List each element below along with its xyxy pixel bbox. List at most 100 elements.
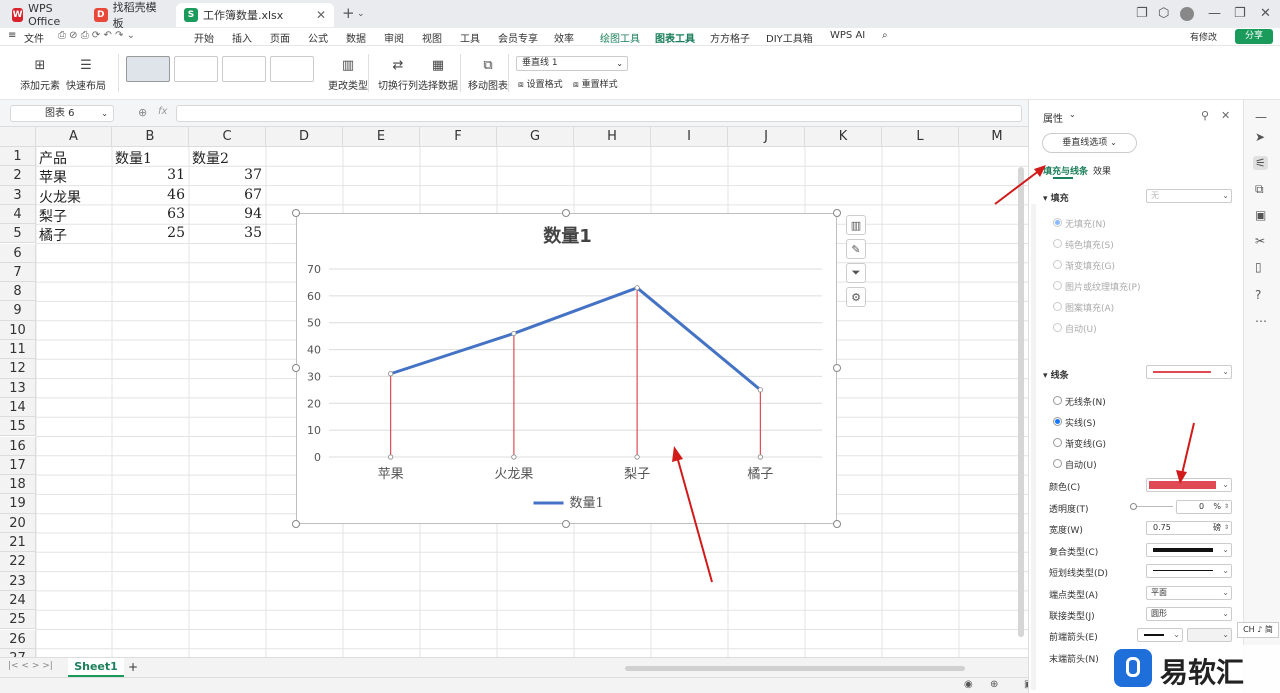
horizontal-scrollbar[interactable] (625, 666, 965, 671)
cell[interactable]: 数量1 (115, 148, 152, 168)
row-header[interactable]: 16 (0, 436, 36, 456)
row-header[interactable]: 1 (0, 147, 36, 167)
menu-wps-ai[interactable]: WPS AI (830, 30, 865, 41)
pointer-icon[interactable]: ➤ (1255, 130, 1265, 144)
transparency-input[interactable]: 0 % ⇕ (1176, 500, 1232, 514)
menu-page[interactable]: 页面 (270, 30, 290, 45)
row-header[interactable]: 22 (0, 552, 36, 572)
tab-fill-line[interactable]: 填充与线条 (1043, 164, 1088, 177)
menu-member[interactable]: 会员专享 (498, 30, 538, 45)
row-header[interactable]: 18 (0, 475, 36, 495)
menu-home[interactable]: 开始 (194, 30, 214, 45)
row-header[interactable]: 25 (0, 610, 36, 630)
close-panel-icon[interactable]: ✕ (1221, 109, 1230, 122)
color-picker[interactable]: ⌄ (1146, 478, 1232, 492)
resize-handle[interactable] (833, 209, 841, 217)
ime-indicator[interactable]: CH ♪ 简 (1237, 622, 1279, 638)
chart-settings-icon[interactable]: ⚙ (846, 287, 866, 307)
cell[interactable]: 苹果 (39, 167, 67, 187)
row-header[interactable]: 8 (0, 282, 36, 302)
select-data-button[interactable]: ▦ 选择数据 (418, 56, 458, 93)
cell[interactable]: 35 (189, 225, 262, 241)
resize-handle[interactable] (292, 364, 300, 372)
cell[interactable]: 梨子 (39, 206, 67, 226)
menu-file[interactable]: 文件 (24, 30, 44, 45)
menu-review[interactable]: 审阅 (384, 30, 404, 45)
add-element-button[interactable]: ⊞ 添加元素 (20, 56, 60, 93)
tab-template[interactable]: D 找稻壳模板 (86, 1, 174, 30)
resize-handle[interactable] (292, 209, 300, 217)
row-header[interactable]: 26 (0, 629, 36, 649)
cell[interactable]: 63 (112, 206, 185, 222)
row-header[interactable]: 19 (0, 494, 36, 514)
line-radio[interactable] (1053, 459, 1062, 468)
row-header[interactable]: 24 (0, 590, 36, 611)
row-header[interactable]: 23 (0, 571, 36, 591)
row-header[interactable]: 10 (0, 320, 36, 340)
cell[interactable]: 产品 (39, 148, 67, 168)
cell[interactable]: 67 (189, 187, 262, 203)
reset-style-button[interactable]: ⧈ 重置样式 (573, 77, 618, 90)
cap-type-select[interactable]: 平面 ⌄ (1146, 586, 1232, 600)
resize-handle[interactable] (562, 520, 570, 528)
cell[interactable]: 46 (112, 187, 185, 203)
switch-row-col-button[interactable]: ⇄ 切换行列 (378, 56, 418, 93)
fill-select[interactable]: 无 ⌄ (1146, 189, 1232, 203)
line-style-select[interactable]: ⌄ (1146, 365, 1232, 379)
resize-handle[interactable] (833, 364, 841, 372)
chart-style-4[interactable] (270, 56, 314, 82)
dash-type-select[interactable]: ⌄ (1146, 564, 1232, 578)
tab-workbook[interactable]: S 工作簿数量.xlsx ✕ (176, 3, 334, 27)
row-header[interactable]: 7 (0, 262, 36, 283)
fill-radio[interactable] (1053, 323, 1062, 332)
cube-icon[interactable]: ⬡ (1158, 6, 1169, 21)
width-input[interactable]: 0.75 磅 ⇕ (1146, 521, 1232, 535)
line-chart[interactable]: 数量1 0 10 20 30 40 50 60 70 苹果 火龙果 梨子 橘子 数量1 (296, 213, 837, 524)
cell[interactable]: 橘子 (39, 225, 67, 245)
line-radio[interactable] (1053, 417, 1062, 426)
name-box[interactable]: 图表 6 ⌄ (10, 105, 114, 122)
line-section-header[interactable]: ▾ 线条 (1043, 368, 1069, 381)
line-radio[interactable] (1053, 438, 1062, 447)
cell[interactable]: 数量2 (192, 148, 229, 168)
add-sheet-button[interactable]: + (128, 660, 138, 674)
menu-data[interactable]: 数据 (346, 30, 366, 45)
compound-type-select[interactable]: ⌄ (1146, 543, 1232, 557)
chart-style-2[interactable] (174, 56, 218, 82)
set-format-button[interactable]: ⧈ 设置格式 (518, 77, 563, 90)
row-header[interactable]: 17 (0, 455, 36, 476)
fx-icon[interactable]: fx (158, 106, 167, 117)
row-header[interactable]: 15 (0, 417, 36, 437)
resize-handle[interactable] (292, 520, 300, 528)
fill-radio[interactable] (1053, 218, 1062, 227)
eye-icon[interactable]: ◉ (964, 679, 973, 690)
row-header[interactable]: 6 (0, 243, 36, 263)
menu-efficiency[interactable]: 效率 (554, 30, 574, 45)
fill-section-header[interactable]: ▾ 填充 (1043, 191, 1069, 204)
zoom-icon[interactable]: ⊕ (138, 106, 147, 119)
more-icon[interactable]: ⋯ (1255, 314, 1267, 328)
row-header[interactable]: 2 (0, 166, 36, 186)
has-changes-label[interactable]: 有修改 (1190, 30, 1217, 43)
hamburger-icon[interactable]: ≡ (8, 30, 16, 41)
sheet-nav-icons[interactable]: |< < > >| (8, 661, 53, 671)
fill-radio[interactable] (1053, 302, 1062, 311)
row-header[interactable]: 27 (0, 648, 36, 657)
line-radio[interactable] (1053, 396, 1062, 405)
pin-icon[interactable]: ⚲ (1201, 109, 1209, 122)
spreadsheet-grid[interactable]: A B C D E F G H I J K L M 1 2 3 4 5 6 7 8 9 10 11 12 13 14 15 16 17 18… (0, 127, 1028, 657)
chart-style-icon[interactable]: ✎ (846, 239, 866, 259)
search-icon[interactable]: ⌕ (882, 30, 888, 41)
series-select[interactable]: 垂直线 1 ⌄ (516, 56, 628, 71)
menu-fangfang[interactable]: 方方格子 (710, 30, 750, 45)
resize-handle[interactable] (833, 520, 841, 528)
slider-thumb[interactable] (1130, 503, 1137, 510)
chevron-down-icon[interactable]: ⌄ (1069, 110, 1076, 119)
close-tab-icon[interactable]: ✕ (316, 8, 326, 22)
chart-filter-icon[interactable]: ⏷ (846, 263, 866, 283)
cell[interactable]: 94 (189, 206, 262, 222)
copy-icon[interactable]: ⧉ (1255, 182, 1264, 197)
properties-icon[interactable]: ⚟ (1253, 156, 1268, 170)
tools-icon[interactable]: ✂ (1255, 234, 1265, 248)
collapse-icon[interactable]: — (1255, 110, 1267, 124)
